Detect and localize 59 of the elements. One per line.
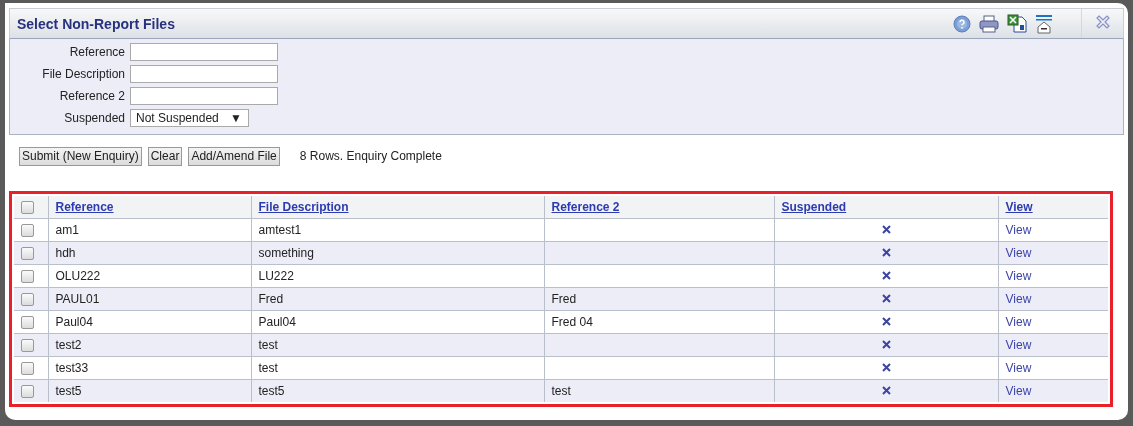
table-cell: test bbox=[258, 338, 278, 352]
checkbox[interactable] bbox=[21, 270, 34, 284]
status-text: 8 Rows. Enquiry Complete bbox=[299, 149, 442, 163]
checkbox[interactable] bbox=[21, 201, 34, 215]
field-label: Suspended bbox=[63, 111, 125, 125]
table-cell: Fred bbox=[258, 292, 284, 306]
checkbox[interactable] bbox=[21, 293, 34, 307]
action-button[interactable]: Clear bbox=[147, 146, 183, 166]
checkbox[interactable] bbox=[21, 247, 34, 261]
help-icon[interactable] bbox=[953, 14, 971, 33]
dropdown[interactable]: Not Suspended ▼ bbox=[130, 109, 249, 127]
view-link[interactable]: View bbox=[1005, 315, 1032, 329]
checkbox[interactable] bbox=[21, 339, 34, 353]
column-header-link[interactable]: Suspended bbox=[781, 200, 847, 214]
column-header-link[interactable]: View bbox=[1005, 200, 1033, 214]
table-cell: am1 bbox=[55, 223, 79, 237]
spreadsheet-icon[interactable] bbox=[1007, 14, 1027, 33]
table-cell: test5 bbox=[258, 384, 285, 398]
view-link[interactable]: View bbox=[1005, 361, 1032, 375]
table-cell: Fred bbox=[551, 292, 577, 306]
view-link[interactable]: View bbox=[1005, 269, 1032, 283]
input-field[interactable] bbox=[130, 65, 278, 83]
close-icon[interactable] bbox=[1095, 15, 1110, 29]
view-link[interactable]: View bbox=[1005, 384, 1032, 398]
column-header-link[interactable]: File Description bbox=[258, 200, 349, 214]
table-cell: Fred 04 bbox=[551, 315, 593, 329]
view-link[interactable]: View bbox=[1005, 223, 1032, 237]
column-header-link[interactable]: Reference 2 bbox=[551, 200, 620, 214]
print-icon[interactable] bbox=[979, 14, 999, 33]
checkbox[interactable] bbox=[21, 385, 34, 399]
table-cell: LU222 bbox=[258, 269, 294, 283]
table-cell: hdh bbox=[55, 246, 76, 260]
table-cell: PAUL01 bbox=[55, 292, 100, 306]
action-button[interactable]: Submit (New Enquiry) bbox=[19, 146, 142, 166]
field-label: Reference 2 bbox=[58, 89, 125, 103]
collapse-icon[interactable] bbox=[1035, 13, 1053, 34]
input-field[interactable] bbox=[130, 43, 278, 61]
view-link[interactable]: View bbox=[1005, 292, 1032, 306]
table-cell: test33 bbox=[55, 361, 89, 375]
table-cell: test bbox=[551, 384, 571, 398]
table-cell: Paul04 bbox=[55, 315, 93, 329]
table-cell: something bbox=[258, 246, 314, 260]
field-label: Reference bbox=[68, 45, 125, 59]
view-link[interactable]: View bbox=[1005, 338, 1032, 352]
table-cell: test2 bbox=[55, 338, 82, 352]
table-cell: OLU222 bbox=[55, 269, 101, 283]
checkbox[interactable] bbox=[21, 224, 34, 238]
checkbox[interactable] bbox=[21, 316, 34, 330]
window-title: Select Non-Report Files bbox=[16, 15, 176, 32]
table-cell: Paul04 bbox=[258, 315, 296, 329]
table-cell: amtest1 bbox=[258, 223, 302, 237]
action-button[interactable]: Add/Amend File bbox=[188, 146, 280, 166]
column-header-link[interactable]: Reference bbox=[55, 200, 114, 214]
input-field[interactable] bbox=[130, 87, 278, 105]
view-link[interactable]: View bbox=[1005, 246, 1032, 260]
table-cell: test bbox=[258, 361, 278, 375]
field-label: File Description bbox=[41, 67, 125, 81]
table-cell: test5 bbox=[55, 384, 82, 398]
checkbox[interactable] bbox=[21, 362, 34, 376]
